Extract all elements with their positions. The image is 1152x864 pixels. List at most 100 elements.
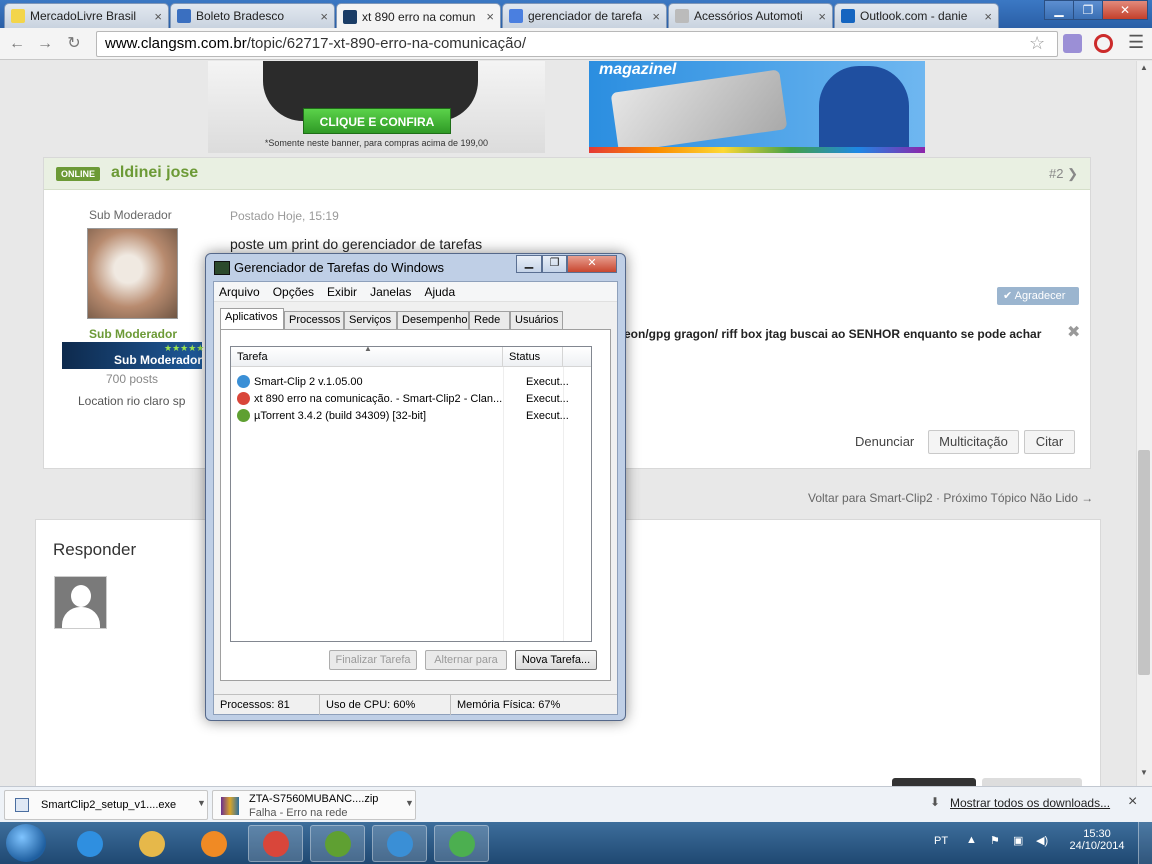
tm-close-button[interactable]: ✕: [567, 255, 617, 273]
scroll-down-icon[interactable]: ▼: [1140, 768, 1148, 777]
car-ad-banner[interactable]: CLIQUE E CONFIRA *Somente neste banner, …: [208, 61, 545, 153]
close-window-button[interactable]: ✕: [1102, 0, 1148, 20]
new-task-button[interactable]: Nova Tarefa...: [515, 650, 597, 670]
tab-servicos[interactable]: Serviços: [344, 311, 397, 329]
show-all-downloads-link[interactable]: Mostrar todos os downloads...: [950, 796, 1110, 810]
author-avatar[interactable]: [87, 228, 178, 319]
end-task-button[interactable]: Finalizar Tarefa: [329, 650, 417, 670]
report-link[interactable]: Denunciar: [855, 434, 914, 449]
reload-icon[interactable]: ↻: [63, 34, 85, 54]
bookmark-star-icon[interactable]: ☆: [1029, 33, 1045, 54]
chrome-icon: [237, 392, 250, 405]
tab-usuarios[interactable]: Usuários: [510, 311, 563, 329]
forward-icon[interactable]: →: [34, 34, 56, 54]
post-signature: eon/gpg gragon/ riff box jtag buscai ao …: [624, 327, 1042, 341]
application-row[interactable]: Smart-Clip 2 v.1.05.00 Execut...: [237, 373, 587, 390]
maximize-button[interactable]: ❐: [1073, 0, 1103, 20]
extension-icon[interactable]: [1063, 34, 1082, 53]
close-tab-icon[interactable]: ×: [652, 9, 660, 24]
cta-button[interactable]: CLIQUE E CONFIRA: [303, 108, 451, 134]
action-center-flag-icon[interactable]: ⚑: [990, 834, 1000, 847]
taskbar-app-button[interactable]: [372, 825, 427, 862]
reply-more-options-button[interactable]: [982, 778, 1082, 786]
tab-processos[interactable]: Processos: [284, 311, 344, 329]
tm-minimize-button[interactable]: ▁: [516, 255, 542, 273]
close-tab-icon[interactable]: ×: [818, 9, 826, 24]
author-location: Location rio claro sp: [78, 394, 186, 408]
browser-tab[interactable]: xt 890 erro na comun ×: [336, 3, 501, 29]
applications-list[interactable]: Tarefa ▲ Status Smart-Clip 2 v.1.05.00 Ex…: [230, 344, 592, 642]
ad-brand: magazinel: [599, 61, 677, 78]
taskbar-app-button[interactable]: [434, 825, 489, 862]
multiquote-button[interactable]: Multicitação: [928, 430, 1019, 454]
url-domain: www.clangsm.com.br: [105, 35, 247, 52]
taskbar-app-button[interactable]: [310, 825, 365, 862]
menu-ajuda[interactable]: Ajuda: [424, 285, 455, 299]
download-item[interactable]: ZTA-S7560MUBANC....zip Falha - Erro na r…: [212, 790, 416, 820]
task-manager-body: Arquivo Opções Exibir Janelas Ajuda Apli…: [213, 281, 618, 715]
author-rank-label: Sub Moderador: [89, 327, 178, 341]
close-tab-icon[interactable]: ×: [984, 9, 992, 24]
application-row[interactable]: µTorrent 3.4.2 (build 34309) [32-bit] Exe…: [237, 407, 587, 424]
column-header-status[interactable]: Status: [503, 347, 563, 367]
quote-button[interactable]: Citar: [1024, 430, 1075, 454]
browser-tab[interactable]: gerenciador de tarefa ×: [502, 3, 667, 28]
taskbar-app-button[interactable]: [186, 825, 241, 862]
download-menu-icon[interactable]: ▼: [197, 798, 206, 808]
post-number[interactable]: #2 ❯: [1049, 166, 1078, 182]
magazine-ad-banner[interactable]: magazinel: [589, 61, 925, 153]
start-button-icon[interactable]: [6, 824, 46, 862]
tab-aplicativos[interactable]: Aplicativos: [220, 308, 284, 330]
application-row[interactable]: xt 890 erro na comunicação. - Smart-Clip…: [237, 390, 587, 407]
tm-maximize-button[interactable]: ❐: [542, 255, 567, 273]
show-desktop-button[interactable]: [1138, 822, 1152, 864]
post-author[interactable]: aldinei jose: [111, 164, 198, 182]
menu-icon[interactable]: ☰: [1128, 32, 1144, 53]
switch-to-button[interactable]: Alternar para: [425, 650, 507, 670]
task-manager-window: Gerenciador de Tarefas do Windows ▁ ❐ ✕ …: [205, 253, 626, 721]
close-tab-icon[interactable]: ×: [154, 9, 162, 24]
close-tab-icon[interactable]: ×: [320, 9, 328, 24]
back-to-forum-link[interactable]: Voltar para Smart-Clip2: [808, 491, 933, 505]
download-item[interactable]: SmartClip2_setup_v1....exe ▼: [4, 790, 208, 820]
tray-expand-icon[interactable]: ▲: [966, 834, 977, 846]
scroll-up-icon[interactable]: ▲: [1140, 63, 1148, 72]
download-menu-icon[interactable]: ▼: [405, 798, 414, 808]
close-signature-icon[interactable]: ✖: [1067, 322, 1080, 342]
minimize-button[interactable]: ▁: [1044, 0, 1074, 20]
next-unread-topic-link[interactable]: Próximo Tópico Não Lido →: [943, 491, 1093, 505]
volume-icon[interactable]: ◀): [1036, 834, 1048, 847]
taskmanager-icon: [448, 830, 475, 857]
browser-tab[interactable]: Outlook.com - danie ×: [834, 3, 999, 28]
browser-tab[interactable]: MercadoLivre Brasil ×: [4, 3, 169, 28]
back-icon[interactable]: ←: [6, 34, 28, 54]
person-image: [819, 66, 909, 148]
close-downloads-button[interactable]: ×: [1128, 793, 1137, 811]
menu-arquivo[interactable]: Arquivo: [219, 285, 260, 299]
browser-tab-label: xt 890 erro na comun: [362, 9, 476, 24]
tab-rede[interactable]: Rede: [469, 311, 510, 329]
menu-janelas[interactable]: Janelas: [370, 285, 411, 299]
browser-tab[interactable]: Acessórios Automoti ×: [668, 3, 833, 28]
application-status: Execut...: [526, 409, 569, 422]
network-icon[interactable]: ▣: [1013, 834, 1023, 847]
author-post-count: 700 posts: [106, 372, 159, 386]
language-indicator[interactable]: PT: [934, 835, 948, 847]
taskbar-app-button[interactable]: [248, 825, 303, 862]
taskbar-app-button[interactable]: [124, 825, 179, 862]
browser-tab[interactable]: Boleto Bradesco ×: [170, 3, 335, 28]
tab-desempenho[interactable]: Desempenho: [397, 311, 469, 329]
taskbar-app-button[interactable]: [62, 825, 117, 862]
thank-button[interactable]: ✔ Agradecer: [997, 287, 1079, 305]
utorrent-icon: [237, 409, 250, 422]
close-tab-icon[interactable]: ×: [486, 9, 494, 24]
scrollbar-thumb[interactable]: [1138, 450, 1150, 675]
adblock-icon[interactable]: [1094, 34, 1113, 53]
reply-submit-button[interactable]: [892, 778, 976, 786]
menu-exibir[interactable]: Exibir: [327, 285, 357, 299]
clock[interactable]: 15:30 24/10/2014: [1067, 828, 1127, 852]
share-icon[interactable]: ❯: [1067, 166, 1078, 181]
address-bar[interactable]: www.clangsm.com.br/topic/62717-xt-890-er…: [96, 31, 1058, 57]
page-scrollbar[interactable]: ▲ ▼: [1136, 61, 1152, 786]
menu-opcoes[interactable]: Opções: [273, 285, 314, 299]
